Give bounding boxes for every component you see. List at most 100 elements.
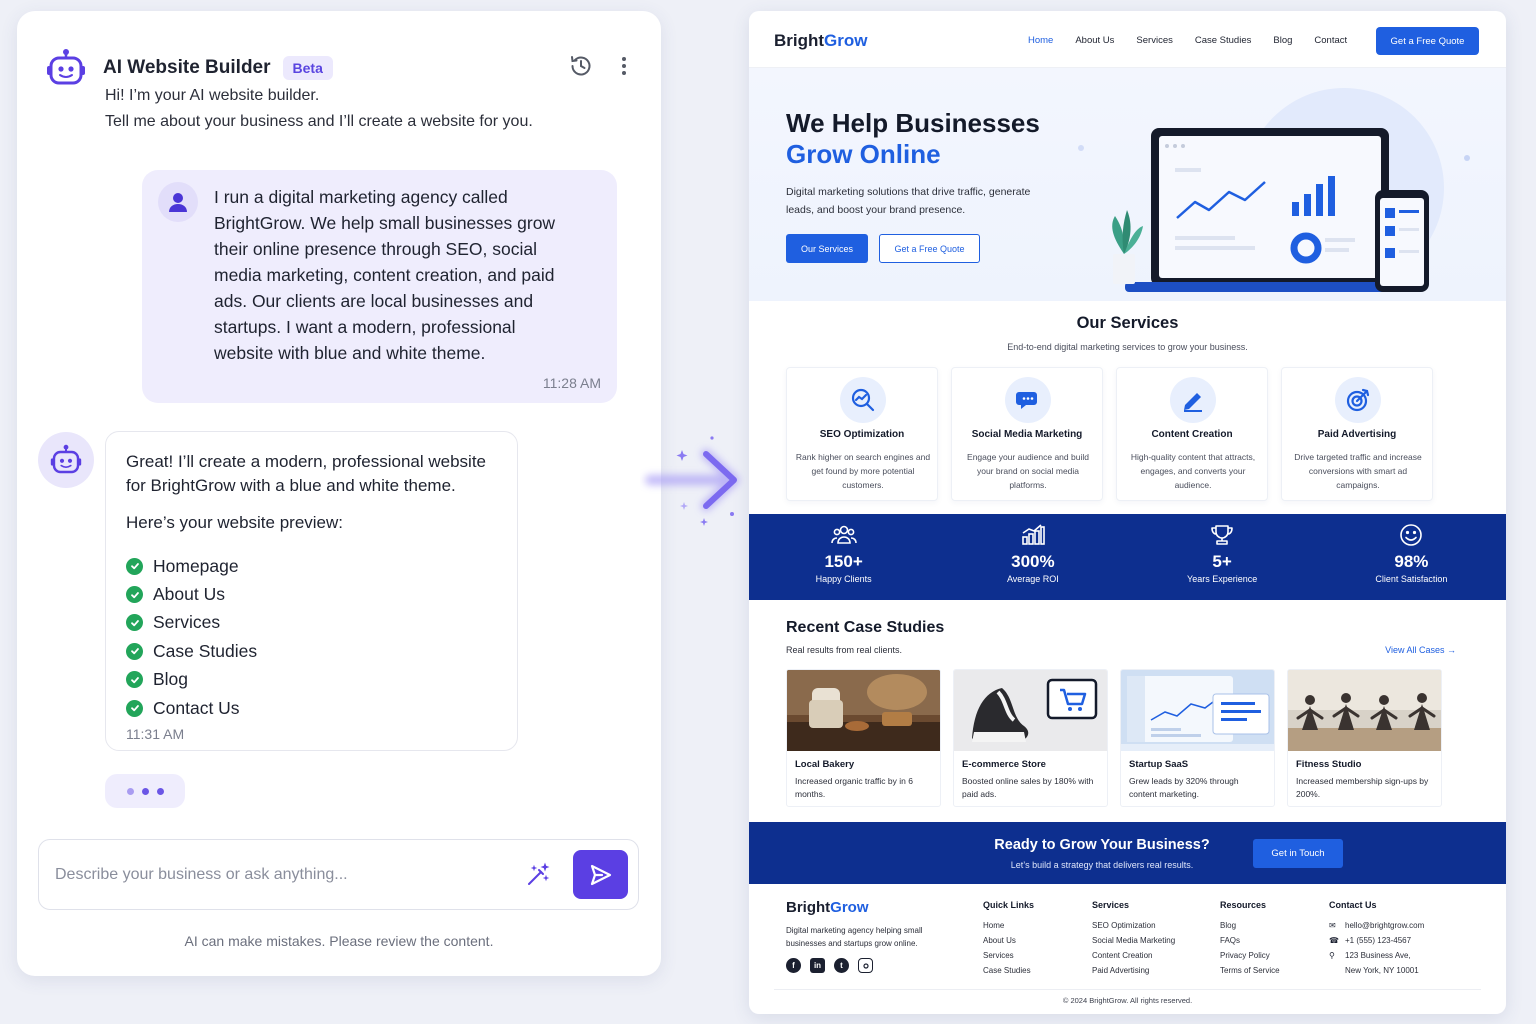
nav-quote-button[interactable]: Get a Free Quote: [1376, 27, 1479, 55]
user-message-time: 11:28 AM: [542, 375, 601, 391]
site-logo[interactable]: BrightGrow: [774, 31, 868, 51]
nav-link-case-studies[interactable]: Case Studies: [1195, 35, 1252, 46]
checklist-label: About Us: [153, 584, 225, 605]
history-icon[interactable]: [569, 54, 593, 83]
stat-label: Years Experience: [1187, 574, 1258, 584]
nav-link-home[interactable]: Home: [1028, 35, 1053, 46]
logo-text-accent: Grow: [830, 899, 869, 916]
cta-band: Ready to Grow Your Business? Let’s build…: [749, 822, 1506, 884]
footer-link[interactable]: Paid Advertising: [1092, 963, 1175, 978]
footer-link[interactable]: About Us: [983, 933, 1034, 948]
website-preview: BrightGrow Home About Us Services Case S…: [749, 11, 1506, 1014]
facebook-icon[interactable]: f: [786, 958, 801, 973]
phone-text: +1 (555) 123-4567: [1345, 936, 1412, 945]
footer-link[interactable]: Services: [983, 948, 1034, 963]
hero-illustration: [1078, 88, 1470, 292]
cases-subtitle: Real results from real clients.: [786, 645, 903, 655]
footer-link[interactable]: Case Studies: [983, 963, 1034, 978]
footer-link[interactable]: Social Media Marketing: [1092, 933, 1175, 948]
nav-link-contact[interactable]: Contact: [1314, 35, 1347, 46]
case-desc: Increased membership sign-ups by 200%.: [1296, 776, 1429, 799]
footer-link[interactable]: Content Creation: [1092, 948, 1175, 963]
instagram-icon[interactable]: [858, 958, 873, 973]
social-links: f in t: [786, 958, 873, 973]
service-name: Content Creation: [1151, 429, 1233, 440]
beta-badge: Beta: [282, 56, 333, 80]
trophy-icon: [1128, 524, 1317, 550]
footer-link[interactable]: Terms of Service: [1220, 963, 1280, 978]
case-name: E-commerce Store: [962, 759, 1046, 770]
nav-link-blog[interactable]: Blog: [1273, 35, 1292, 46]
hero-quote-button[interactable]: Get a Free Quote: [879, 234, 980, 263]
arrow-right-icon: [640, 430, 752, 530]
phone-icon: ☎: [1329, 936, 1339, 945]
robot-icon: [45, 47, 87, 89]
footer-link[interactable]: Blog: [1220, 918, 1280, 933]
footer-services: Services SEO Optimization Social Media M…: [1092, 900, 1175, 978]
footer-link[interactable]: SEO Optimization: [1092, 918, 1175, 933]
case-desc: Grew leads by 320% through content marke…: [1129, 776, 1239, 799]
check-icon: [126, 699, 143, 717]
stat-item: 5+ Years Experience: [1128, 514, 1317, 600]
service-card-content[interactable]: Content Creation High-quality content th…: [1116, 367, 1268, 501]
footer-logo[interactable]: BrightGrow: [786, 899, 869, 916]
hero-title-accent: Grow Online: [786, 139, 941, 169]
stat-label: Average ROI: [1006, 574, 1059, 584]
footer-link[interactable]: Home: [983, 918, 1034, 933]
nav-link-about[interactable]: About Us: [1075, 35, 1114, 46]
magic-wand-icon[interactable]: [523, 860, 553, 890]
service-desc: High-quality content that attracts, enga…: [1130, 452, 1256, 490]
service-card-seo[interactable]: SEO Optimization Rank higher on search e…: [786, 367, 938, 501]
service-card-social[interactable]: Social Media Marketing Engage your audie…: [951, 367, 1103, 501]
chat-title: AI Website Builder: [103, 57, 271, 78]
checklist-label: Case Studies: [153, 640, 258, 661]
send-icon: [590, 864, 611, 885]
get-in-touch-button[interactable]: Get in Touch: [1253, 839, 1343, 868]
linkedin-icon[interactable]: in: [810, 958, 825, 973]
service-card-paid[interactable]: Paid Advertising Drive targeted traffic …: [1281, 367, 1433, 501]
case-name: Local Bakery: [795, 759, 855, 770]
footer-contact: Contact Us ✉ hello@brightgrow.com ☎ +1 (55…: [1329, 900, 1424, 978]
more-vertical-icon[interactable]: [621, 56, 627, 81]
ai-disclaimer: AI can make mistakes. Please review the …: [184, 933, 494, 949]
case-card-ecommerce[interactable]: E-commerce Store Boosted online sales by…: [953, 669, 1108, 807]
case-studies-section: Recent Case Studies Real results from re…: [749, 600, 1506, 822]
twitter-icon[interactable]: t: [834, 958, 849, 973]
footer-link[interactable]: Privacy Policy: [1220, 948, 1280, 963]
checklist-label: Services: [153, 612, 221, 633]
stat-label: Client Satisfaction: [1375, 574, 1448, 584]
seo-search-icon: [840, 377, 886, 423]
mail-icon: ✉: [1329, 921, 1336, 930]
service-desc: Engage your audience and build your bran…: [967, 452, 1089, 490]
send-button[interactable]: [573, 850, 628, 899]
footer-email[interactable]: ✉ hello@brightgrow.com: [1329, 918, 1424, 933]
hero-subtitle: Digital marketing solutions that drive t…: [786, 186, 1031, 216]
footer-address: ⚲ 123 Business Ave,: [1329, 948, 1424, 963]
saas-dashboard-photo: [1121, 670, 1274, 751]
hero-services-button[interactable]: Our Services: [786, 234, 868, 263]
stat-value: 150+: [824, 552, 863, 571]
users-icon: [749, 524, 938, 550]
footer-phone[interactable]: ☎ +1 (555) 123-4567: [1329, 933, 1424, 948]
nav-link-services[interactable]: Services: [1136, 35, 1172, 46]
case-card-bakery[interactable]: Local Bakery Increased organic traffic b…: [786, 669, 941, 807]
stat-label: Happy Clients: [815, 574, 872, 584]
check-icon: [126, 557, 143, 575]
typing-dot: [126, 787, 134, 795]
footer-col-title: Services: [1092, 900, 1130, 910]
case-card-saas[interactable]: Startup SaaS Grew leads by 320% through …: [1120, 669, 1275, 807]
service-desc: Drive targeted traffic and increase conv…: [1294, 452, 1422, 490]
footer-description: Digital marketing agency helping small b…: [786, 926, 923, 948]
address-line: 123 Business Ave,: [1345, 951, 1411, 960]
stat-value: 300%: [1011, 552, 1055, 571]
message-input[interactable]: [55, 860, 495, 890]
case-card-fitness[interactable]: Fitness Studio Increased membership sign…: [1287, 669, 1442, 807]
site-navbar: BrightGrow Home About Us Services Case S…: [749, 11, 1506, 68]
copyright: © 2024 BrightGrow. All rights reserved.: [1062, 996, 1193, 1005]
bot-preview-label: Here’s your website preview:: [126, 513, 343, 532]
hero-title-line: We Help Businesses: [786, 108, 1040, 138]
view-all-cases-link[interactable]: View All Cases →: [1385, 645, 1456, 655]
email-text: hello@brightgrow.com: [1345, 921, 1425, 930]
footer-link[interactable]: FAQs: [1220, 933, 1280, 948]
footer-col-title: Contact Us: [1329, 900, 1377, 910]
